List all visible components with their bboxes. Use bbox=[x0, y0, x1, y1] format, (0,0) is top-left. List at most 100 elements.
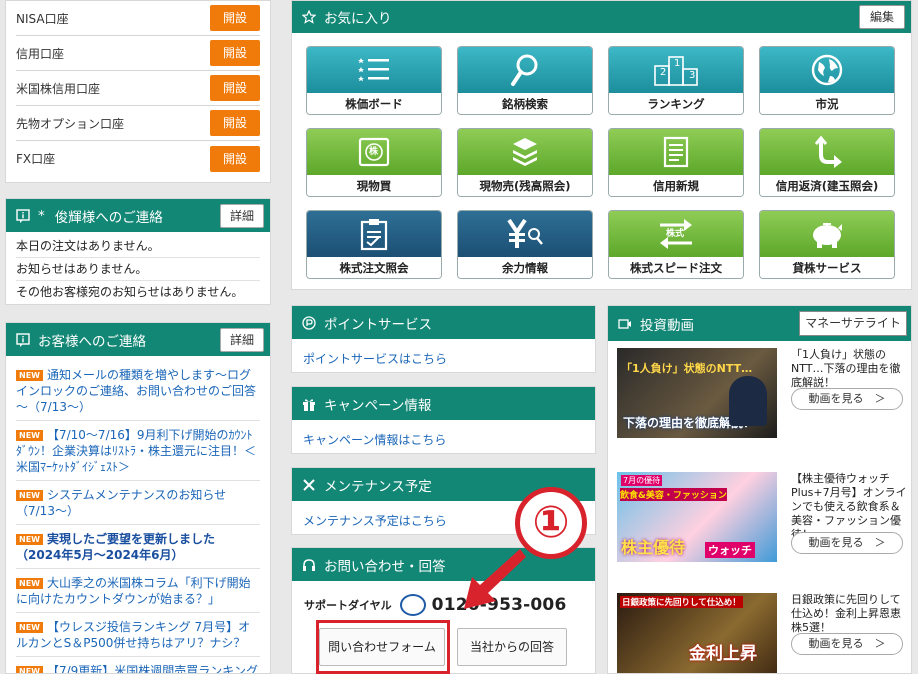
watch-video-1-button[interactable]: 動画を見る ＞ bbox=[791, 388, 903, 410]
notice-item[interactable]: NEW 通知メールの種類を増やします～ログインロックのご連絡、お問い合わせのご回答… bbox=[16, 361, 260, 421]
tile-label: 信用新規 bbox=[609, 175, 743, 196]
campaign-header: キャンペーン情報 bbox=[292, 387, 595, 420]
tile-label: 銘柄検索 bbox=[458, 93, 592, 114]
vip-line: その他お客様宛のお知らせはありません。 bbox=[16, 285, 244, 299]
account-row-fx: FX口座 開設 bbox=[16, 141, 260, 176]
video-title-3[interactable]: 日銀政策に先回りして仕込め！金利上昇恩恵株5選！ bbox=[791, 593, 907, 635]
tile-market[interactable]: 市況 bbox=[759, 46, 895, 115]
tile-cash-sell[interactable]: 現物売(残高照会) bbox=[457, 128, 593, 197]
favorites-header: お気に入り 編集 bbox=[292, 1, 911, 33]
personal-notice-header: * 俊輝様へのご連絡 詳細 bbox=[6, 199, 270, 232]
tile-cash-buy[interactable]: 株 現物買 bbox=[306, 128, 442, 197]
stacked-coins-icon bbox=[513, 138, 537, 166]
tile-stock-search[interactable]: 銘柄検索 bbox=[457, 46, 593, 115]
notice-text[interactable]: 大山季之の米国株コラム「利下げ開始に向けたカウントダウンが始まる？」 bbox=[16, 576, 251, 606]
notice-item[interactable]: NEW 【ウレスジ投信ランキング 7月号】オルカンとS＆P500併せ持ちはアリ？ナ… bbox=[16, 613, 260, 657]
new-badge: NEW bbox=[16, 534, 43, 545]
tile-order-inquiry[interactable]: 株式注文照会 bbox=[306, 210, 442, 279]
new-badge: NEW bbox=[16, 622, 43, 633]
notice-item[interactable]: NEW 【7/10～7/16】9月利下げ開始のｶｳﾝﾄﾀﾞｳﾝ！企業決算はﾘｽﾄﾗ… bbox=[16, 421, 260, 481]
tile-stock-lending[interactable]: 貸株サービス bbox=[759, 210, 895, 279]
notice-item[interactable]: NEW システムメンテナンスのお知らせ（7/13～） bbox=[16, 481, 260, 525]
customer-detail-button[interactable]: 詳細 bbox=[220, 328, 264, 352]
tile-label: 貸株サービス bbox=[760, 257, 894, 278]
vip-line: 本日の注文はありません。 bbox=[16, 235, 260, 258]
account-name: NISA口座 bbox=[16, 11, 69, 26]
piggy-bank-icon bbox=[813, 223, 842, 248]
notice-item[interactable]: NEW 大山季之の米国株コラム「利下げ開始に向けたカウントダウンが始まる？」 bbox=[16, 569, 260, 613]
thumb-top-text: 日銀政策に先回りして仕込め！ bbox=[620, 596, 743, 608]
open-nisa-button[interactable]: 開設 bbox=[210, 5, 260, 31]
highlight-box bbox=[316, 620, 450, 674]
account-row-futures: 先物オプション口座 開設 bbox=[16, 106, 260, 141]
open-margin-button[interactable]: 開設 bbox=[210, 40, 260, 66]
campaign-title: キャンペーン情報 bbox=[324, 397, 432, 414]
free-dial-icon bbox=[399, 594, 426, 616]
video-title: 投資動画 bbox=[640, 317, 694, 334]
clipboard-icon bbox=[360, 219, 388, 251]
tile-label: 株価ボード bbox=[307, 93, 441, 114]
open-fx-button[interactable]: 開設 bbox=[210, 145, 260, 172]
notice-text[interactable]: 実現したご要望を更新しました（2024年5月～2024年6月） bbox=[16, 532, 215, 562]
company-answer-button[interactable]: 当社からの回答 bbox=[457, 628, 567, 666]
tile-ranking[interactable]: 2 1 3 ランキング bbox=[608, 46, 744, 115]
tile-buying-power[interactable]: 余力情報 bbox=[457, 210, 593, 279]
notice-text[interactable]: 【7/9更新】米国株週間売買ランキング bbox=[47, 664, 258, 673]
tile-margin-new[interactable]: 信用新規 bbox=[608, 128, 744, 197]
video-title-1[interactable]: 「1人負け」状態のNTT…下落の理由を徹底解説！ bbox=[791, 348, 907, 390]
podium-1: 1 bbox=[674, 58, 681, 69]
watch-video-3-button[interactable]: 動画を見る ＞ bbox=[791, 633, 903, 655]
customer-notice-header: お客様へのご連絡 詳細 bbox=[6, 323, 270, 356]
video-thumbnail-3[interactable]: 日銀政策に先回りして仕込め！ 金利上昇 bbox=[617, 593, 777, 673]
edit-favorites-button[interactable]: 編集 bbox=[859, 5, 905, 29]
account-row-margin: 信用口座 開設 bbox=[16, 36, 260, 71]
campaign-panel: キャンペーン情報 キャンペーン情報はこちら bbox=[291, 386, 596, 454]
tile-margin-repay[interactable]: 信用返済(建玉照会) bbox=[759, 128, 895, 197]
money-satellite-button[interactable]: マネーサテライト bbox=[799, 311, 907, 336]
dial-label: サポートダイヤル bbox=[304, 599, 392, 612]
account-name: 信用口座 bbox=[16, 46, 65, 61]
message-icon bbox=[16, 208, 30, 223]
thumb-top-text: 「1人負け」状態のNTT… bbox=[621, 362, 753, 375]
open-futures-button[interactable]: 開設 bbox=[210, 110, 260, 136]
tile-label: 株式スピード注文 bbox=[609, 257, 743, 278]
headset-icon bbox=[303, 558, 315, 571]
open-us-margin-button[interactable]: 開設 bbox=[210, 75, 260, 101]
tile-stock-board[interactable]: 株価ボード bbox=[306, 46, 442, 115]
video-thumbnail-1[interactable]: 「1人負け」状態のNTT… 下落の理由を徹底解説！ bbox=[617, 348, 777, 438]
campaign-link[interactable]: キャンペーン情報はこちら bbox=[292, 420, 595, 459]
personal-notice-panel: * 俊輝様へのご連絡 詳細 本日の注文はありません。 お知らせはありません。 そ… bbox=[5, 198, 271, 305]
point-service-link[interactable]: ポイントサービスはこちら bbox=[292, 339, 595, 378]
notice-item[interactable]: NEW 実現したご要望を更新しました（2024年5月～2024年6月） bbox=[16, 525, 260, 569]
personal-notice-title: 俊輝様へのご連絡 bbox=[54, 209, 163, 226]
personal-detail-button[interactable]: 詳細 bbox=[220, 204, 264, 228]
thumb-caption: 株主優待 bbox=[621, 538, 686, 557]
notice-text[interactable]: 【ウレスジ投信ランキング 7月号】オルカンとS＆P500併せ持ちはアリ？ナシ？ bbox=[16, 620, 250, 650]
video-icon bbox=[618, 318, 631, 329]
notice-text[interactable]: システムメンテナンスのお知らせ（7/13～） bbox=[16, 488, 226, 518]
new-badge: NEW bbox=[16, 370, 43, 381]
gift-icon bbox=[303, 398, 315, 411]
point-service-title: ポイントサービス bbox=[324, 316, 432, 333]
point-service-panel: ポイントサービス ポイントサービスはこちら bbox=[291, 305, 596, 373]
vip-line: お知らせはありません。 bbox=[16, 258, 260, 281]
new-badge: NEW bbox=[16, 666, 43, 673]
podium-2: 2 bbox=[660, 67, 667, 78]
tile-label: 株式注文照会 bbox=[307, 257, 441, 278]
favorites-title: お気に入り bbox=[324, 11, 392, 27]
tile-label: ランキング bbox=[609, 93, 743, 114]
notice-item[interactable]: NEW 【7/9更新】米国株週間売買ランキング bbox=[16, 657, 260, 673]
return-arrow-icon bbox=[814, 135, 842, 168]
message-icon bbox=[16, 332, 30, 347]
tools-icon bbox=[303, 478, 315, 491]
tile-label: 現物買 bbox=[307, 175, 441, 196]
tile-speed-order[interactable]: 株式 株式スピード注文 bbox=[608, 210, 744, 279]
thumb-month: 7月の優待 bbox=[621, 475, 663, 486]
video-thumbnail-2[interactable]: 7月の優待 飲食&美容・ファッション 株主優待 ウォッチ bbox=[617, 472, 777, 562]
stock-badge-2: 株式 bbox=[666, 229, 685, 239]
notice-text[interactable]: 通知メールの種類を増やします～ログインロックのご連絡、お問い合わせのご回答～（7… bbox=[16, 368, 256, 414]
watch-video-2-button[interactable]: 動画を見る ＞ bbox=[791, 532, 903, 554]
account-row-us-margin: 米国株信用口座 開設 bbox=[16, 71, 260, 106]
star-icon bbox=[302, 10, 316, 24]
notice-text[interactable]: 【7/10～7/16】9月利下げ開始のｶｳﾝﾄﾀﾞｳﾝ！企業決算はﾘｽﾄﾗ・株主… bbox=[16, 428, 256, 474]
